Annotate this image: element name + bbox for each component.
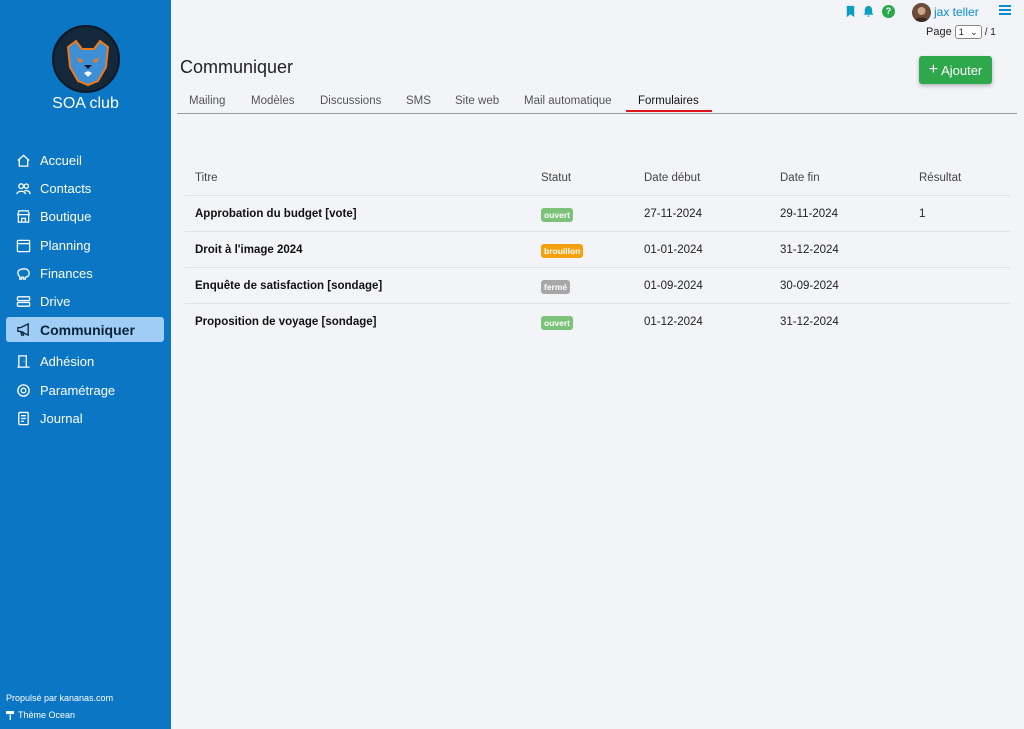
sidebar-item-finances[interactable]: Finances (6, 261, 164, 286)
megaphone-icon (15, 322, 31, 338)
status-badge: ouvert (541, 208, 573, 222)
sidebar-item-adhesion[interactable]: Adhésion (6, 349, 164, 374)
calendar-icon (15, 237, 31, 253)
sidebar-item-label: Boutique (40, 209, 92, 225)
tab-mail-automatique[interactable]: Mail automatique (524, 95, 612, 107)
home-icon (15, 153, 31, 169)
sidebar-item-communiquer[interactable]: Communiquer (6, 317, 164, 343)
tab-formulaires[interactable]: Formulaires (638, 95, 699, 107)
sidebar-item-label: Communiquer (40, 321, 135, 338)
status-badge: ouvert (541, 316, 573, 330)
sidebar-nav: Accueil Contacts Boutique Planning Finan… (6, 148, 164, 434)
sidebar-item-journal[interactable]: Journal (6, 406, 164, 431)
add-button[interactable]: + Ajouter (919, 56, 992, 84)
page-label: Page (926, 26, 952, 38)
page-selector: Page 1 ⌄ / 1 (926, 25, 996, 39)
tab-discussions[interactable]: Discussions (320, 95, 381, 107)
theme-selector[interactable]: Thème Ocean (6, 710, 75, 720)
column-header-resultat[interactable]: Résultat (919, 172, 961, 184)
user-photo-icon (912, 3, 931, 22)
username-link[interactable]: jax teller (934, 5, 979, 19)
form-title[interactable]: Droit à l'image 2024 (195, 244, 303, 256)
bear-logo-icon (54, 27, 118, 91)
plus-icon: + (928, 61, 939, 78)
result-value: 1 (919, 208, 926, 220)
column-header-date-fin[interactable]: Date fin (780, 172, 820, 184)
gear-icon (15, 382, 31, 398)
table-row[interactable]: Enquête de satisfaction [sondage] fermé … (185, 268, 1010, 304)
journal-icon (15, 410, 31, 426)
club-name: SOA club (52, 95, 119, 112)
help-icon[interactable]: ? (882, 5, 895, 18)
sidebar-item-boutique[interactable]: Boutique (6, 204, 164, 229)
powered-by-link[interactable]: Propulsé par kananas.com (6, 693, 113, 703)
active-tab-indicator (626, 110, 712, 112)
start-date: 01-01-2024 (644, 244, 703, 256)
end-date: 31-12-2024 (780, 316, 839, 328)
status-badge: brouillon (541, 244, 584, 258)
end-date: 30-09-2024 (780, 280, 839, 292)
sidebar-item-label: Drive (40, 293, 71, 309)
sidebar-item-accueil[interactable]: Accueil (6, 148, 164, 173)
hamburger-menu-icon[interactable] (999, 5, 1011, 15)
table-row[interactable]: Approbation du budget [vote] ouvert 27-1… (185, 196, 1010, 232)
paint-roller-icon (6, 710, 15, 720)
form-title[interactable]: Enquête de satisfaction [sondage] (195, 280, 382, 292)
start-date: 01-12-2024 (644, 316, 703, 328)
page-select[interactable]: 1 ⌄ (954, 25, 982, 39)
status-badge: fermé (541, 280, 571, 294)
sidebar-item-label: Accueil (40, 153, 82, 168)
tab-modeles[interactable]: Modèles (251, 95, 294, 107)
tab-mailing[interactable]: Mailing (189, 95, 225, 107)
end-date: 29-11-2024 (780, 208, 838, 220)
column-header-titre[interactable]: Titre (195, 172, 218, 184)
sidebar-item-planning[interactable]: Planning (6, 233, 164, 258)
club-logo[interactable] (52, 25, 120, 93)
topbar: ? jax teller (171, 0, 1024, 24)
page-title: Communiquer (180, 57, 294, 77)
table-row[interactable]: Droit à l'image 2024 brouillon 01-01-202… (185, 232, 1010, 268)
piggy-bank-icon (15, 265, 31, 281)
form-title[interactable]: Approbation du budget [vote] (195, 208, 357, 220)
sidebar-item-drive[interactable]: Drive (6, 289, 164, 314)
chevron-down-icon: ⌄ (970, 26, 978, 37)
sidebar-item-label: Paramétrage (40, 382, 116, 398)
forms-table: Titre Statut Date début Date fin Résulta… (185, 160, 1010, 340)
sidebar-item-label: Journal (40, 410, 83, 426)
sidebar-item-contacts[interactable]: Contacts (6, 176, 164, 201)
sidebar-item-label: Finances (40, 265, 93, 281)
theme-label: Thème Ocean (18, 710, 76, 720)
shop-icon (15, 209, 31, 225)
sidebar-item-parametrage[interactable]: Paramétrage (6, 378, 164, 403)
sidebar-item-label: Contacts (40, 181, 92, 197)
page-value: 1 (958, 27, 964, 37)
column-header-date-debut[interactable]: Date début (644, 172, 700, 184)
table-row[interactable]: Proposition de voyage [sondage] ouvert 0… (185, 304, 1010, 340)
bookmark-icon[interactable] (844, 5, 857, 18)
door-icon (15, 354, 31, 370)
sidebar-item-label: Planning (40, 237, 91, 253)
tab-bar: Mailing Modèles Discussions SMS Site web… (177, 90, 1017, 114)
page-total: / 1 (984, 26, 996, 38)
start-date: 27-11-2024 (644, 208, 702, 220)
users-icon (15, 181, 31, 197)
sidebar-item-label: Adhésion (40, 354, 95, 370)
bell-icon[interactable] (862, 5, 875, 18)
tab-sms[interactable]: SMS (406, 95, 431, 107)
drive-icon (15, 293, 31, 309)
start-date: 01-09-2024 (644, 280, 703, 292)
avatar[interactable] (912, 3, 931, 22)
end-date: 31-12-2024 (780, 244, 839, 256)
table-header: Titre Statut Date début Date fin Résulta… (185, 160, 1010, 196)
add-button-label: Ajouter (941, 62, 983, 78)
sidebar: SOA club Accueil Contacts Boutique Plann… (0, 0, 171, 729)
tab-site-web[interactable]: Site web (455, 95, 499, 107)
column-header-statut[interactable]: Statut (541, 172, 571, 184)
form-title[interactable]: Proposition de voyage [sondage] (195, 316, 376, 328)
